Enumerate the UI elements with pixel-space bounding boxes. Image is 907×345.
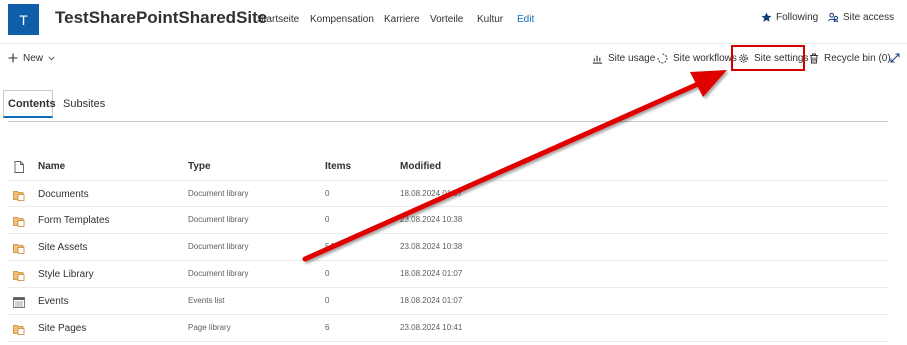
header-divider [0,43,907,44]
row-type: Document library [188,269,249,278]
row-type: Document library [188,242,249,251]
table-row[interactable]: Documents Document library 0 18.08.2024 … [8,180,888,207]
site-title[interactable]: TestSharePointSharedSite [55,8,267,28]
nav-link-startseite[interactable]: Startseite [257,14,299,25]
following-button[interactable]: Following [761,12,818,23]
table-row[interactable]: Site Assets Document library 54 23.08.20… [8,234,888,261]
row-items: 6 [325,323,330,332]
site-settings-button[interactable]: Site settings [738,51,808,65]
row-modified: 18.08.2024 01:07 [400,269,463,278]
row-type: Page library [188,323,231,332]
nav-link-karriere[interactable]: Karriere [384,14,420,25]
column-header-modified[interactable]: Modified [400,161,441,172]
row-name[interactable]: Form Templates [38,215,110,226]
library-icon [13,214,25,232]
row-items: 0 [325,269,330,278]
column-header-type[interactable]: Type [188,161,211,172]
site-logo[interactable]: T [8,4,39,35]
following-label: Following [776,12,819,23]
row-modified: 23.08.2024 10:41 [400,323,463,332]
nav-link-kultur[interactable]: Kultur [477,14,503,25]
library-icon [13,241,25,259]
site-access-button[interactable]: Site access [828,12,894,23]
site-workflows-button[interactable]: Site workflows [657,51,737,65]
gear-icon [738,53,749,64]
trash-icon [809,53,819,64]
column-header-name[interactable]: Name [38,161,65,172]
expand-icon [890,53,900,63]
site-usage-button[interactable]: Site usage [592,51,655,65]
tab-contents[interactable]: Contents [8,98,56,110]
row-name[interactable]: Site Assets [38,242,87,253]
site-settings-label: Site settings [754,52,809,64]
file-type-header-icon [14,161,24,176]
library-icon [13,268,25,286]
tab-subsites[interactable]: Subsites [63,98,105,110]
library-icon [13,322,25,340]
recycle-bin-label: Recycle bin (0) [824,52,891,64]
row-name[interactable]: Events [38,296,69,307]
row-name[interactable]: Documents [38,189,89,200]
nav-link-edit[interactable]: Edit [517,14,534,25]
library-icon [13,188,25,206]
row-modified: 23.08.2024 10:38 [400,242,463,251]
row-items: 54 [325,242,334,251]
expand-button[interactable] [890,51,900,65]
row-type: Document library [188,189,249,198]
table-row[interactable]: Style Library Document library 0 18.08.2… [8,261,888,288]
row-items: 0 [325,296,330,305]
table-row[interactable]: Form Templates Document library 0 23.08.… [8,207,888,234]
new-label: New [23,52,44,64]
new-button[interactable]: New [8,51,55,65]
plus-icon [8,53,18,63]
tabs-divider [8,121,888,122]
column-header-items[interactable]: Items [325,161,351,172]
row-name[interactable]: Site Pages [38,323,86,334]
star-icon [761,12,772,23]
chart-icon [592,53,603,64]
site-usage-label: Site usage [608,52,656,64]
row-items: 0 [325,215,330,224]
site-access-label: Site access [843,12,895,23]
workflow-icon [657,53,668,64]
row-modified: 18.08.2024 01:07 [400,189,463,198]
table-row[interactable]: Site Pages Page library 6 23.08.2024 10:… [8,315,888,342]
events-list-icon [13,295,25,313]
row-type: Events list [188,296,225,305]
row-items: 0 [325,189,330,198]
nav-link-kompensation[interactable]: Kompensation [310,14,374,25]
site-workflows-label: Site workflows [673,52,737,64]
nav-link-vorteile[interactable]: Vorteile [430,14,463,25]
row-modified: 18.08.2024 01:07 [400,296,463,305]
row-name[interactable]: Style Library [38,269,94,280]
table-row[interactable]: Events Events list 0 18.08.2024 01:07 [8,288,888,315]
recycle-bin-button[interactable]: Recycle bin (0) [809,51,891,65]
chevron-down-icon [48,55,55,61]
row-modified: 23.08.2024 10:38 [400,215,463,224]
people-icon [828,12,839,23]
site-logo-letter: T [19,11,28,28]
row-type: Document library [188,215,249,224]
